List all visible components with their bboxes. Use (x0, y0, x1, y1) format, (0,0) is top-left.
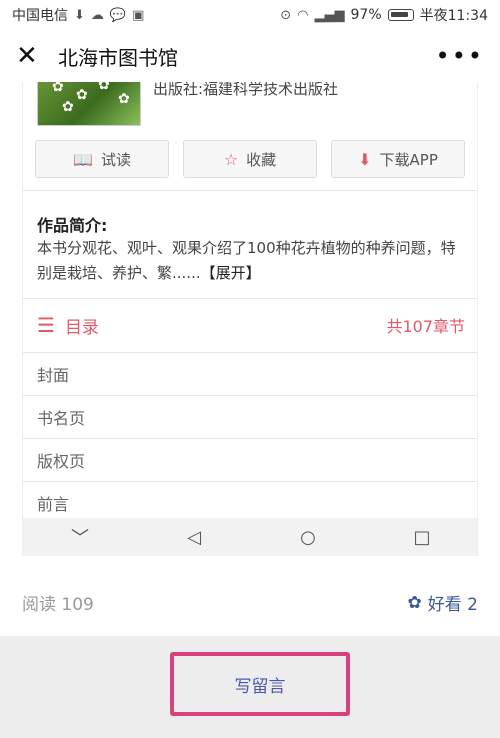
home-circle-icon[interactable]: ○ (288, 527, 328, 548)
more-icon[interactable]: ••• (436, 42, 484, 70)
toc-count: 共107章节 (386, 317, 465, 336)
toc-title: 目录 (64, 317, 99, 338)
battery-icon (387, 9, 414, 21)
expand-link[interactable]: 【展开】 (201, 264, 261, 282)
toc-item-cover[interactable]: 封面 (23, 352, 477, 395)
book-cover: ✿ ✿ ✿ ✿ ✿ (37, 82, 141, 126)
likes-label: 好看 2 (427, 595, 478, 615)
read-count: 阅读 109 (22, 595, 94, 615)
chat-status-icon: 💬 (109, 7, 127, 23)
location-icon: ⊙ (280, 7, 292, 23)
write-comment-button[interactable]: 写留言 (170, 652, 350, 716)
book-info: ✿ ✿ ✿ ✿ ✿ 出版社:福建科学技术出版社 (23, 82, 477, 128)
toc-header[interactable]: ☰ 目录 共107章节 (23, 300, 477, 350)
download-label: 下载APP (379, 150, 438, 169)
cloud-status-icon: ☁ (90, 7, 104, 23)
status-left: 中国电信 ⬇ ☁ 💬 ▣ (12, 5, 144, 25)
android-nav-bar: ﹀ ◁ ○ □ (23, 518, 477, 556)
trial-read-button[interactable]: 📖 试读 (35, 140, 169, 178)
recents-square-icon[interactable]: □ (402, 527, 442, 548)
menu-icon: ☰ (37, 313, 55, 337)
intro-text: 本书分观花、观叶、观果介绍了100种花卉植物的种养问题，特别是栽培、养护、繁..… (37, 236, 467, 286)
likes-button[interactable]: ✿ 好看 2 (407, 590, 478, 616)
wifi-icon: ◠ (297, 7, 309, 23)
flower-icon: ✿ (407, 592, 422, 613)
clock: 半夜11:34 (419, 8, 488, 24)
publisher: 出版社:福建科学技术出版社 (153, 82, 339, 98)
favorite-button[interactable]: ☆ 收藏 (183, 140, 317, 178)
star-icon: ☆ (223, 149, 239, 169)
status-right: ⊙ ◠ ▂▄▆ 97% 半夜11:34 (280, 5, 488, 25)
battery-percent: 97% (350, 7, 382, 23)
divider (23, 298, 477, 299)
download-app-button[interactable]: ⬇ 下载APP (331, 140, 465, 178)
write-comment-label: 写留言 (234, 676, 286, 697)
embedded-screenshot: ✿ ✿ ✿ ✿ ✿ 出版社:福建科学技术出版社 📖 试读 ☆ 收藏 ⬇ 下载AP… (22, 82, 478, 556)
toc-item-title-page[interactable]: 书名页 (23, 395, 477, 438)
page-title: 北海市图书馆 (58, 45, 178, 70)
trial-read-label: 试读 (100, 150, 131, 169)
status-bar: 中国电信 ⬇ ☁ 💬 ▣ ⊙ ◠ ▂▄▆ 97% 半夜11:34 (0, 0, 500, 30)
signal-icon: ▂▄▆ (314, 7, 345, 23)
back-triangle-icon[interactable]: ◁ (174, 527, 214, 548)
toc-item-copyright[interactable]: 版权页 (23, 438, 477, 481)
download-status-icon: ⬇ (74, 7, 85, 23)
download-icon: ⬇ (358, 149, 372, 169)
book-icon: 📖 (73, 149, 93, 169)
chevron-down-icon[interactable]: ﹀ (60, 524, 100, 550)
close-icon[interactable]: ✕ (16, 41, 44, 71)
action-buttons: 📖 试读 ☆ 收藏 ⬇ 下载APP (35, 140, 465, 180)
divider (23, 190, 477, 191)
favorite-label: 收藏 (246, 150, 277, 169)
carrier-label: 中国电信 (12, 8, 68, 24)
title-bar: ✕ 北海市图书馆 ••• (0, 30, 500, 82)
app-status-icon: ▣ (132, 7, 145, 23)
intro-title: 作品简介: (37, 216, 108, 235)
